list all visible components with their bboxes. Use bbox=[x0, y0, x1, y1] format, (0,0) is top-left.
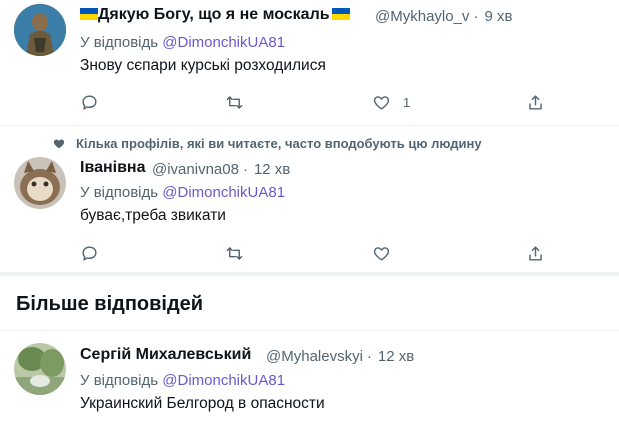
reply-mention-link[interactable]: @DimonchikUA81 bbox=[162, 184, 285, 201]
heart-filled-icon bbox=[53, 139, 65, 149]
reply-icon bbox=[82, 94, 97, 110]
reply-button[interactable] bbox=[80, 241, 99, 265]
handle[interactable]: @Myhalevskyi bbox=[266, 348, 363, 365]
heart-icon bbox=[373, 95, 390, 110]
share-button[interactable] bbox=[526, 241, 545, 265]
tweet-text: буває,треба звикати bbox=[80, 207, 226, 224]
tweet-text: Украинский Белгород в опасности bbox=[80, 395, 325, 412]
section-divider bbox=[0, 272, 619, 276]
tweet-1[interactable]: Дякую Богу, що я не москаль @Mykhaylo_v ·… bbox=[0, 0, 619, 125]
avatar[interactable] bbox=[14, 157, 66, 209]
tweet-3[interactable]: Сергій Михалевський @Myhalevskyi · 12 хв У… bbox=[0, 331, 619, 424]
heart-icon bbox=[373, 246, 390, 261]
share-icon bbox=[529, 94, 542, 110]
retweet-button[interactable] bbox=[225, 90, 244, 114]
tweet-2[interactable]: Кілька профілів, які ви читаєте, часто в… bbox=[0, 126, 619, 272]
avatar-image bbox=[14, 157, 66, 209]
like-count: 1 bbox=[403, 94, 411, 110]
avatar-image bbox=[14, 343, 66, 395]
reply-to: У відповідь @DimonchikUA81 bbox=[80, 34, 286, 51]
avatar[interactable] bbox=[14, 4, 66, 56]
tweet-actions: 1 bbox=[80, 90, 550, 114]
like-button[interactable]: 1 bbox=[372, 90, 410, 114]
reply-to: У відповідь @DimonchikUA81 bbox=[80, 372, 286, 389]
tweet-meta: @Mykhaylo_v · 9 хв bbox=[375, 8, 513, 25]
tweet-actions bbox=[80, 241, 550, 265]
reply-button[interactable] bbox=[80, 90, 99, 114]
ukraine-flag-icon bbox=[80, 8, 98, 20]
like-button[interactable] bbox=[372, 241, 391, 265]
display-name[interactable]: Сергій Михалевський bbox=[80, 346, 251, 364]
retweet-icon bbox=[226, 246, 243, 260]
reply-mention-link[interactable]: @DimonchikUA81 bbox=[162, 372, 285, 389]
display-name[interactable]: Іванівна bbox=[80, 159, 145, 177]
tweet-meta: @ivanivna08 · 12 хв bbox=[152, 161, 291, 178]
timestamp[interactable]: 9 хв bbox=[484, 8, 512, 25]
tweet-meta: @Myhalevskyi · 12 хв bbox=[266, 348, 415, 365]
section-title: Більше відповідей bbox=[16, 293, 204, 315]
avatar[interactable] bbox=[14, 343, 66, 395]
timestamp[interactable]: 12 хв bbox=[254, 161, 290, 178]
reply-mention-link[interactable]: @DimonchikUA81 bbox=[162, 34, 285, 51]
display-name[interactable]: Дякую Богу, що я не москаль bbox=[80, 6, 350, 24]
retweet-icon bbox=[226, 95, 243, 109]
share-button[interactable] bbox=[526, 90, 545, 114]
handle[interactable]: @ivanivna08 bbox=[152, 161, 239, 178]
avatar-image bbox=[14, 4, 66, 56]
reply-icon bbox=[82, 245, 97, 261]
tweet-text: Знову сєпари курські розходилися bbox=[80, 57, 326, 74]
timestamp[interactable]: 12 хв bbox=[378, 348, 414, 365]
reply-to: У відповідь @DimonchikUA81 bbox=[80, 184, 286, 201]
handle[interactable]: @Mykhaylo_v bbox=[375, 8, 469, 25]
retweet-button[interactable] bbox=[225, 241, 244, 265]
ukraine-flag-icon bbox=[331, 8, 350, 20]
social-context: Кілька профілів, які ви читаєте, часто в… bbox=[52, 136, 482, 151]
share-icon bbox=[529, 245, 542, 261]
